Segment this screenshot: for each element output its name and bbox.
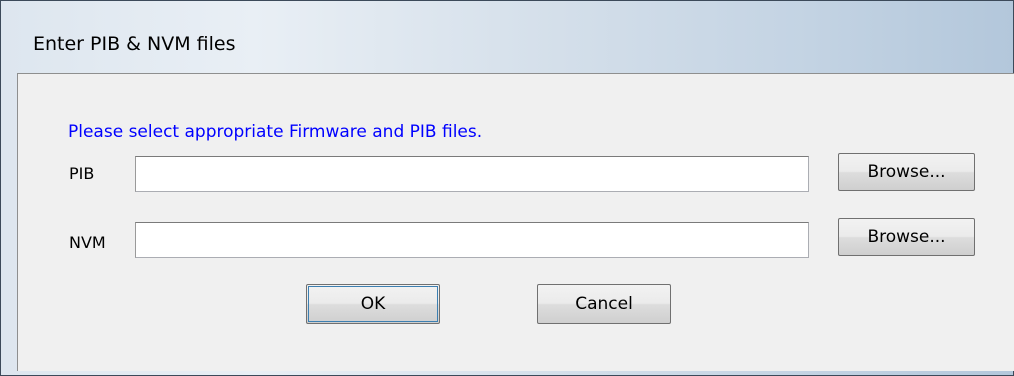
instruction-text: Please select appropriate Firmware and P… bbox=[68, 122, 483, 142]
dialog-window: Enter PIB & NVM files Please select appr… bbox=[0, 0, 1014, 376]
nvm-browse-button[interactable]: Browse... bbox=[838, 218, 975, 256]
pib-label: PIB bbox=[69, 164, 95, 183]
window-title: Enter PIB & NVM files bbox=[33, 33, 236, 55]
dialog-client-area: Please select appropriate Firmware and P… bbox=[17, 73, 1014, 371]
nvm-path-input[interactable] bbox=[135, 222, 809, 258]
ok-button[interactable]: OK bbox=[306, 284, 440, 324]
title-bar[interactable]: Enter PIB & NVM files bbox=[9, 7, 1013, 67]
nvm-label: NVM bbox=[69, 233, 106, 252]
cancel-button[interactable]: Cancel bbox=[537, 284, 671, 324]
pib-browse-button[interactable]: Browse... bbox=[838, 153, 975, 191]
pib-path-input[interactable] bbox=[135, 156, 809, 192]
